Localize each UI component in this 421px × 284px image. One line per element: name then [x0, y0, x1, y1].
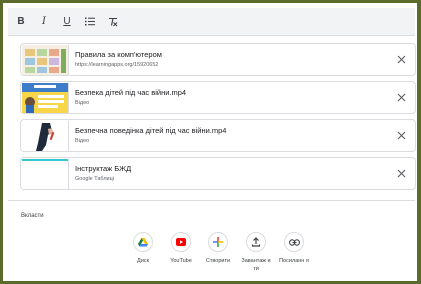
- text-format-toolbar: B I U: [8, 8, 415, 36]
- attachment-item[interactable]: Безпечна поведінка дітей під час війни.m…: [20, 119, 416, 152]
- close-icon[interactable]: [396, 130, 407, 141]
- upload-button-circle: [246, 232, 266, 252]
- link-label: Посиланн я: [279, 258, 309, 264]
- bulleted-list-button[interactable]: [84, 15, 96, 29]
- attachment-item[interactable]: Інструктаж БЖД Google Таблиці: [20, 157, 416, 190]
- attachment-title[interactable]: Безпечна поведінка дітей під час війни.m…: [75, 126, 226, 135]
- upload-label: Завантаж ити: [241, 258, 271, 272]
- clear-format-icon: [109, 17, 118, 26]
- close-icon[interactable]: [396, 92, 407, 103]
- embed-options: Диск YouTube Створити Завантаж ити Посил…: [128, 232, 312, 282]
- underline-button[interactable]: U: [61, 15, 73, 29]
- link-icon: [288, 238, 300, 246]
- close-icon[interactable]: [396, 168, 407, 179]
- link-button-circle: [284, 232, 304, 252]
- list-icon: [85, 17, 95, 26]
- video-poster-thumbnail: [22, 83, 69, 113]
- attachments-list: Правила за комп'ютером https://learninga…: [20, 43, 416, 195]
- youtube-icon: [176, 238, 186, 246]
- attachment-title[interactable]: Інструктаж БЖД: [75, 164, 131, 173]
- youtube-button[interactable]: YouTube: [166, 232, 196, 265]
- sheet-thumbnail: [22, 159, 69, 189]
- clear-formatting-button[interactable]: [107, 15, 119, 29]
- attachment-subtitle: https://learningapps.org/15920652: [75, 62, 159, 68]
- attachment-subtitle: Відео: [75, 138, 90, 144]
- attachment-item[interactable]: Безпека дітей під час війни.mp4 Відео: [20, 81, 416, 114]
- embed-section-label: Вкласти: [21, 213, 44, 219]
- attachment-subtitle: Google Таблиці: [75, 176, 114, 182]
- hand-drawing-thumbnail: [22, 121, 69, 151]
- drive-button-circle: [133, 232, 153, 252]
- attachment-subtitle: Відео: [75, 100, 90, 106]
- attachment-item[interactable]: Правила за комп'ютером https://learninga…: [20, 43, 416, 76]
- youtube-button-circle: [171, 232, 191, 252]
- section-divider: [8, 200, 415, 201]
- youtube-label: YouTube: [170, 258, 192, 264]
- drive-icon: [138, 237, 148, 246]
- bold-button[interactable]: B: [15, 15, 27, 29]
- link-button[interactable]: Посиланн я: [279, 232, 309, 265]
- app-frame: B I U Правила за комп'ютером https://lea…: [0, 0, 421, 284]
- italic-button[interactable]: I: [38, 15, 50, 29]
- upload-button[interactable]: Завантаж ити: [241, 232, 271, 273]
- drive-label: Диск: [137, 258, 149, 264]
- create-plus-icon: [213, 237, 223, 247]
- attachment-title[interactable]: Безпека дітей під час війни.mp4: [75, 88, 186, 97]
- app-grid-thumbnail: [22, 45, 69, 75]
- drive-button[interactable]: Диск: [128, 232, 158, 265]
- close-icon[interactable]: [396, 54, 407, 65]
- attachment-title[interactable]: Правила за комп'ютером: [75, 50, 162, 59]
- create-button[interactable]: Створити: [203, 232, 233, 265]
- create-button-circle: [208, 232, 228, 252]
- create-label: Створити: [205, 258, 231, 264]
- upload-icon: [251, 237, 261, 247]
